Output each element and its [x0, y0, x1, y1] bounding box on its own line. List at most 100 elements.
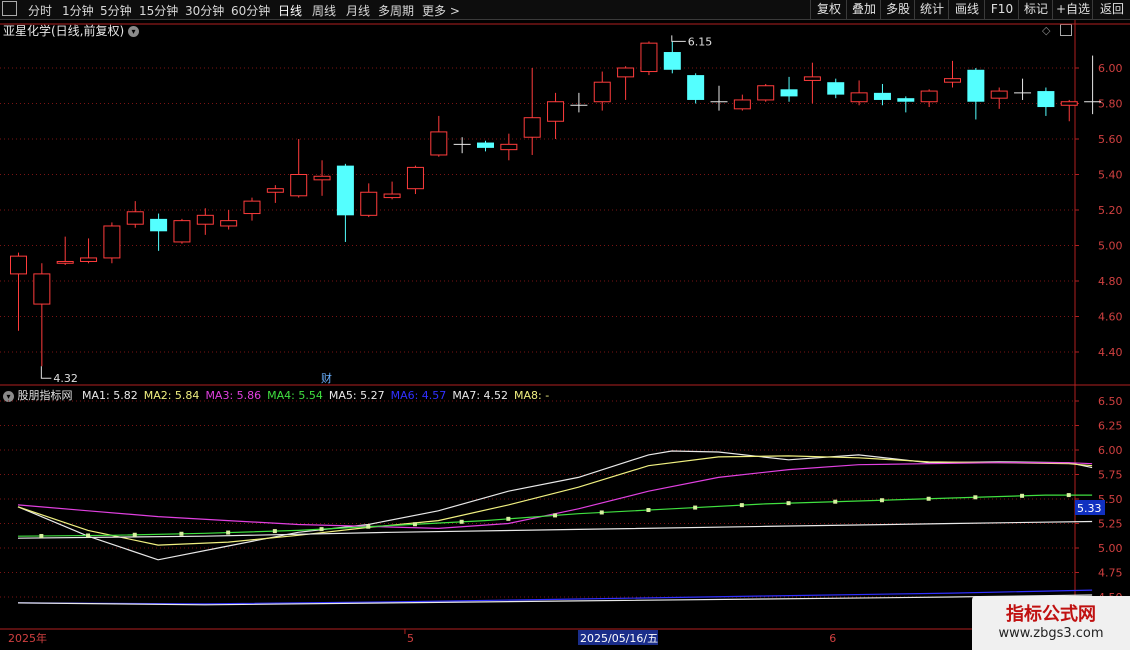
candle-body: [523, 117, 541, 138]
candle: [80, 238, 98, 264]
y-tick-label: 4.40: [1098, 346, 1123, 359]
candle: [1014, 78, 1032, 100]
y-tick-label: 6.00: [1098, 444, 1123, 457]
indicator-line-ma3: [17, 462, 1093, 530]
y-tick-label: 5.25: [1098, 518, 1123, 531]
candle: [570, 92, 588, 113]
candle: [220, 210, 238, 230]
candle-body: [944, 78, 961, 83]
candle: [617, 66, 635, 100]
candle-body: [10, 255, 27, 275]
indicator-dot: [646, 508, 651, 513]
candle-body: [827, 82, 845, 95]
candle: [967, 68, 985, 120]
candle: [547, 92, 565, 139]
candle: [757, 83, 775, 102]
y-tick-label: 5.60: [1098, 133, 1123, 146]
high-price-label: 6.15: [688, 35, 713, 48]
cursor-date-label: 2025/05/16/五: [580, 632, 658, 645]
candle: [523, 68, 541, 155]
candle-body: [897, 98, 915, 102]
candle-body: [990, 90, 1008, 99]
indicator-dot: [973, 495, 978, 500]
candle: [827, 78, 845, 99]
indicator-dot: [412, 522, 417, 527]
y-tick-label: 4.60: [1098, 311, 1123, 324]
candle: [173, 218, 191, 244]
candle-body: [33, 273, 51, 305]
indicator-dot: [226, 530, 231, 535]
candle-body: [126, 211, 144, 225]
candle: [477, 140, 494, 152]
candle-body: [733, 99, 751, 110]
candle: [103, 222, 121, 264]
finance-marker: 财: [321, 371, 332, 385]
y-tick-label: 4.80: [1098, 275, 1123, 288]
candle-body: [243, 200, 261, 215]
candle: [500, 133, 518, 161]
candle: [663, 41, 681, 74]
indicator-dot: [833, 499, 838, 504]
candle-body: [967, 69, 985, 102]
y-tick-label: 6.00: [1098, 62, 1123, 75]
y-tick-label: 5.80: [1098, 98, 1123, 111]
candle-body: [313, 175, 331, 181]
candle-body: [266, 188, 284, 193]
candle: [383, 181, 401, 200]
y-tick-label: 5.00: [1098, 542, 1123, 555]
candle-body: [757, 85, 775, 101]
candle-body: [360, 191, 378, 216]
candle: [990, 87, 1008, 109]
candle: [406, 165, 424, 195]
candle-body: [1037, 91, 1055, 108]
y-tick-label: 6.50: [1098, 395, 1123, 408]
candle: [336, 163, 354, 242]
y-tick-label: 5.75: [1098, 469, 1123, 482]
candle: [453, 137, 471, 154]
candle-body: [663, 52, 681, 70]
indicator-dot: [879, 498, 884, 503]
x-axis-label-may: 5: [407, 632, 414, 645]
candle-body: [477, 142, 494, 148]
candlestick-chart: 6.00 5.80 5.60 5.40 5.20 5.00 4.80 4.60 4.40 6.50…: [0, 20, 1130, 645]
candle-body: [850, 92, 868, 103]
candle-body: [150, 218, 168, 232]
indicator-dot: [1066, 493, 1071, 498]
candle-body: [290, 174, 308, 197]
low-marker-line: [40, 366, 52, 379]
candle-body: [173, 220, 191, 243]
candle-body: [547, 101, 565, 122]
candle-body: [406, 166, 424, 190]
candle-body: [430, 131, 448, 156]
candle: [850, 80, 868, 106]
watermark-title: 指标公式网: [1006, 604, 1096, 625]
high-marker-line: [671, 35, 686, 42]
candle-body: [336, 165, 354, 216]
indicator-dot: [319, 527, 324, 532]
indicator-dot: [459, 519, 464, 524]
candle: [290, 139, 308, 198]
candle: [687, 73, 705, 104]
y-tick-label: 5.00: [1098, 240, 1123, 253]
candle-body: [383, 193, 401, 199]
indicator-dot: [506, 516, 511, 521]
current-value-label: 5.33: [1077, 502, 1102, 515]
low-price-label: 4.32: [53, 372, 78, 385]
candle: [710, 85, 728, 111]
indicator-line-ma2: [17, 455, 1093, 546]
indicator-dot: [739, 503, 744, 508]
candle: [243, 197, 261, 221]
indicator-line-ma1: [17, 450, 1093, 561]
x-axis-label-june: 6: [829, 632, 836, 645]
indicator-dot: [693, 505, 698, 510]
candle-body: [220, 220, 238, 227]
candle: [360, 183, 378, 218]
candle: [430, 115, 448, 157]
indicator-dot: [39, 533, 44, 538]
candle: [313, 160, 331, 196]
indicator-dot: [599, 510, 604, 515]
candle-body: [593, 81, 611, 103]
watermark: 指标公式网 www.zbgs3.com: [972, 596, 1130, 650]
candle-body: [617, 67, 635, 78]
candle: [944, 60, 961, 88]
